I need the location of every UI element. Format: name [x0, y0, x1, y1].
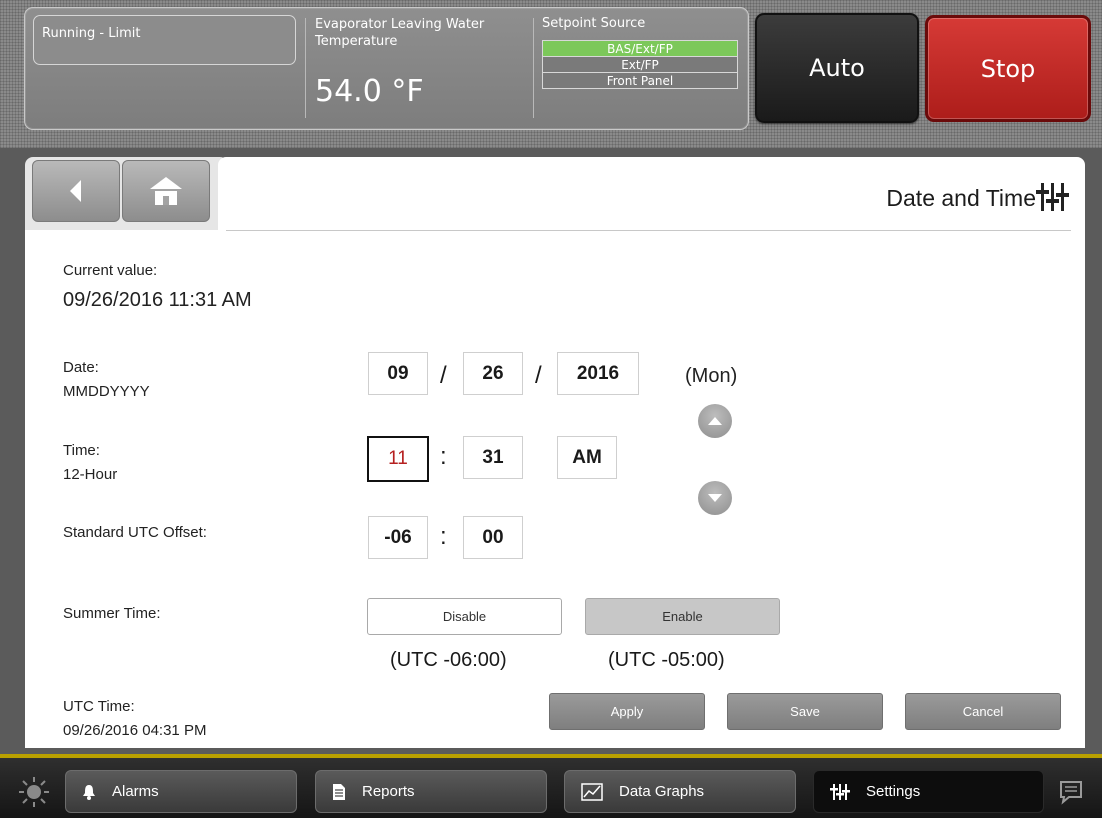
decrement-button[interactable] [698, 481, 732, 515]
weekday-label: (Mon) [685, 365, 738, 387]
data-graphs-label: Data Graphs [619, 783, 705, 800]
hour-field[interactable]: 11 [367, 436, 429, 482]
month-field[interactable]: 09 [368, 352, 428, 395]
alarms-tab[interactable]: Alarms [65, 770, 297, 813]
date-label: Date: [63, 359, 99, 376]
current-value: 09/26/2016 11:31 AM [63, 289, 252, 311]
run-state-indicator[interactable]: Running - Limit [33, 15, 296, 65]
enable-utc-offset: (UTC -05:00) [608, 649, 725, 671]
reports-label: Reports [362, 783, 415, 800]
utc-time-label: UTC Time: [63, 698, 135, 715]
utc-offset-separator: : [440, 523, 447, 550]
setpoint-source-list: BAS/Ext/FP Ext/FP Front Panel [542, 40, 738, 89]
time-label: Time: [63, 442, 100, 459]
increment-button[interactable] [698, 404, 732, 438]
status-divider [533, 18, 534, 118]
settings-sliders-icon [830, 783, 850, 801]
setpoint-option-bas: BAS/Ext/FP [542, 40, 738, 57]
settings-label: Settings [866, 783, 921, 800]
home-icon [150, 177, 182, 205]
utc-offset-minutes-field[interactable]: 00 [463, 516, 523, 559]
stop-button[interactable]: Stop [925, 15, 1091, 122]
evaporator-temperature-value: 54.0 °F [315, 74, 424, 109]
bell-icon [82, 784, 96, 800]
setpoint-option-ext: Ext/FP [542, 56, 738, 73]
apply-button[interactable]: Apply [549, 693, 705, 730]
summer-time-label: Summer Time: [63, 605, 161, 622]
time-format-label: 12-Hour [63, 466, 118, 483]
status-divider [305, 18, 306, 118]
evaporator-label: Evaporator Leaving Water Temperature [315, 17, 485, 49]
summer-time-disable-button[interactable]: Disable [367, 598, 562, 635]
document-icon [332, 783, 346, 801]
day-field[interactable]: 26 [463, 352, 523, 395]
save-button[interactable]: Save [727, 693, 883, 730]
utc-offset-label: Standard UTC Offset: [63, 524, 207, 541]
sun-icon[interactable] [18, 776, 50, 812]
page-title: Date and Time [886, 185, 1036, 211]
current-value-label: Current value: [63, 262, 158, 279]
up-arrow-icon [708, 417, 722, 425]
alarms-label: Alarms [112, 783, 159, 800]
back-button[interactable] [32, 160, 120, 222]
setpoint-option-front-panel: Front Panel [542, 72, 738, 89]
summer-time-enable-button[interactable]: Enable [585, 598, 780, 635]
year-field[interactable]: 2016 [557, 352, 639, 395]
disable-utc-offset: (UTC -06:00) [390, 649, 507, 671]
utc-offset-hours-field[interactable]: -06 [368, 516, 428, 559]
down-arrow-icon [708, 494, 722, 502]
auto-button[interactable]: Auto [755, 13, 919, 123]
chat-icon[interactable] [1058, 779, 1084, 809]
back-arrow-icon [70, 180, 81, 202]
home-button[interactable] [122, 160, 210, 222]
date-format-label: MMDDYYYY [63, 383, 150, 400]
date-separator: / [440, 362, 447, 389]
cancel-button[interactable]: Cancel [905, 693, 1061, 730]
date-separator: / [535, 362, 542, 389]
graph-icon [581, 782, 603, 801]
header-divider [226, 230, 1071, 231]
ampm-field[interactable]: AM [557, 436, 617, 479]
setpoint-source-label: Setpoint Source [542, 16, 646, 31]
minute-field[interactable]: 31 [463, 436, 523, 479]
reports-tab[interactable]: Reports [315, 770, 547, 813]
settings-sliders-icon [1036, 183, 1069, 211]
time-separator: : [440, 443, 447, 470]
utc-time-value: 09/26/2016 04:31 PM [63, 722, 207, 739]
settings-tab[interactable]: Settings [813, 770, 1044, 813]
data-graphs-tab[interactable]: Data Graphs [564, 770, 796, 813]
